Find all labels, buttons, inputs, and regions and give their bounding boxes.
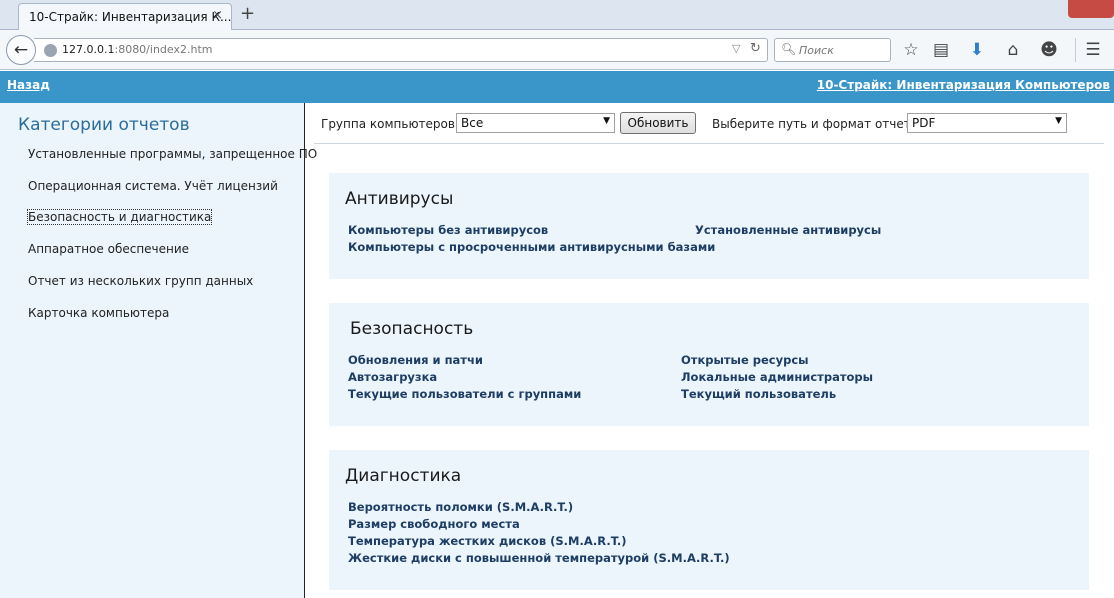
tab-close-icon[interactable]: × [212, 8, 223, 23]
back-arrow-icon: ← [13, 40, 29, 60]
section-title: Безопасность [350, 319, 474, 339]
format-select[interactable]: PDF ▼ [907, 113, 1067, 133]
url-host: 127.0.0.1 [62, 43, 115, 56]
report-link[interactable]: Открытые ресурсы [681, 353, 809, 367]
sidebar-item-hardware[interactable]: Аппаратное обеспечение [28, 242, 189, 256]
menu-icon[interactable]: ☰ [1082, 39, 1104, 61]
sidebar: Категории отчетов Установленные программ… [0, 103, 317, 598]
report-link[interactable]: Текущий пользователь [681, 387, 836, 401]
back-button[interactable]: ← [6, 35, 36, 65]
globe-icon [44, 44, 57, 57]
section-title: Антивирусы [345, 189, 454, 209]
window-minimize-button[interactable] [1016, 0, 1040, 18]
reading-list-icon[interactable]: ▤ [930, 39, 952, 61]
url-text[interactable]: 127.0.0.1:8080/index2.htm [62, 43, 212, 56]
search-icon: 🔍︎ [781, 42, 797, 56]
url-dropdown-icon[interactable]: ▽ [732, 42, 740, 55]
home-icon[interactable]: ⌂ [1002, 39, 1024, 61]
report-link[interactable]: Текущие пользователи с группами [348, 387, 581, 401]
toolbar-divider [314, 143, 1104, 144]
url-path: :8080/index2.htm [114, 43, 213, 56]
search-input[interactable]: 🔍︎ Поиск [774, 38, 891, 62]
app-header: Назад 10-Страйк: Инвентаризация Компьюте… [0, 71, 1114, 103]
report-link[interactable]: Жесткие диски с повышенной температурой … [348, 551, 730, 565]
app-title-link[interactable]: 10-Страйк: Инвентаризация Компьютеров [817, 78, 1110, 92]
report-link[interactable]: Локальные администраторы [681, 370, 873, 384]
section-antivirus: Антивирусы Компьютеры без антивирусов Ко… [329, 173, 1089, 279]
window-close-button[interactable] [1068, 0, 1114, 18]
reload-icon[interactable]: ↻ [750, 41, 761, 56]
group-select-value: Все [461, 116, 484, 130]
tab-title: 10-Страйк: Инвентаризация К... [29, 10, 232, 24]
toolbar-separator [1075, 38, 1076, 62]
window-maximize-button[interactable] [1042, 0, 1066, 18]
report-link[interactable]: Компьютеры с просроченными антивирусными… [348, 240, 715, 254]
sidebar-item-security-diagnostics[interactable]: Безопасность и диагностика [26, 209, 213, 225]
report-link[interactable]: Компьютеры без антивирусов [348, 223, 548, 237]
new-tab-icon[interactable]: + [240, 3, 255, 24]
chat-icon[interactable]: ☻ [1038, 39, 1060, 61]
format-select-value: PDF [912, 116, 936, 130]
section-security: Безопасность Обновления и патчи Автозагр… [329, 303, 1089, 426]
sidebar-item-os-licenses[interactable]: Операционная система. Учёт лицензий [28, 179, 278, 193]
bookmark-star-icon[interactable]: ☆ [900, 39, 922, 61]
sidebar-title: Категории отчетов [18, 115, 190, 135]
report-link[interactable]: Размер свободного места [348, 517, 520, 531]
chevron-down-icon: ▼ [603, 116, 610, 126]
report-link[interactable]: Температура жестких дисков (S.M.A.R.T.) [348, 534, 626, 548]
sidebar-item-computer-card[interactable]: Карточка компьютера [28, 306, 169, 320]
group-select[interactable]: Все ▼ [456, 113, 615, 133]
refresh-button[interactable]: Обновить [620, 112, 696, 134]
report-link[interactable]: Установленные антивирусы [695, 223, 881, 237]
url-bar[interactable]: 127.0.0.1:8080/index2.htm ▽ ↻ [34, 38, 768, 62]
group-label: Группа компьютеров: [321, 117, 460, 131]
sidebar-item-installed-software[interactable]: Установленные программы, запрещенное ПО [28, 147, 317, 161]
report-link[interactable]: Автозагрузка [348, 370, 437, 384]
report-link[interactable]: Вероятность поломки (S.M.A.R.T.) [348, 500, 573, 514]
section-diagnostics: Диагностика Вероятность поломки (S.M.A.R… [329, 450, 1089, 590]
browser-tabstrip: 10-Страйк: Инвентаризация К... × + [0, 0, 1114, 30]
download-icon[interactable]: ⬇ [966, 39, 988, 61]
sidebar-item-multi-group-report[interactable]: Отчет из нескольких групп данных [28, 274, 253, 288]
chevron-down-icon: ▼ [1055, 116, 1062, 126]
section-title: Диагностика [345, 466, 462, 486]
browser-navbar: 127.0.0.1:8080/index2.htm ▽ ↻ ← 🔍︎ Поиск… [0, 30, 1114, 70]
browser-tab[interactable]: 10-Страйк: Инвентаризация К... × [18, 3, 232, 30]
search-placeholder: Поиск [799, 44, 834, 57]
report-link[interactable]: Обновления и патчи [348, 353, 483, 367]
format-label: Выберите путь и формат отчета [712, 117, 919, 131]
back-link[interactable]: Назад [7, 78, 50, 92]
